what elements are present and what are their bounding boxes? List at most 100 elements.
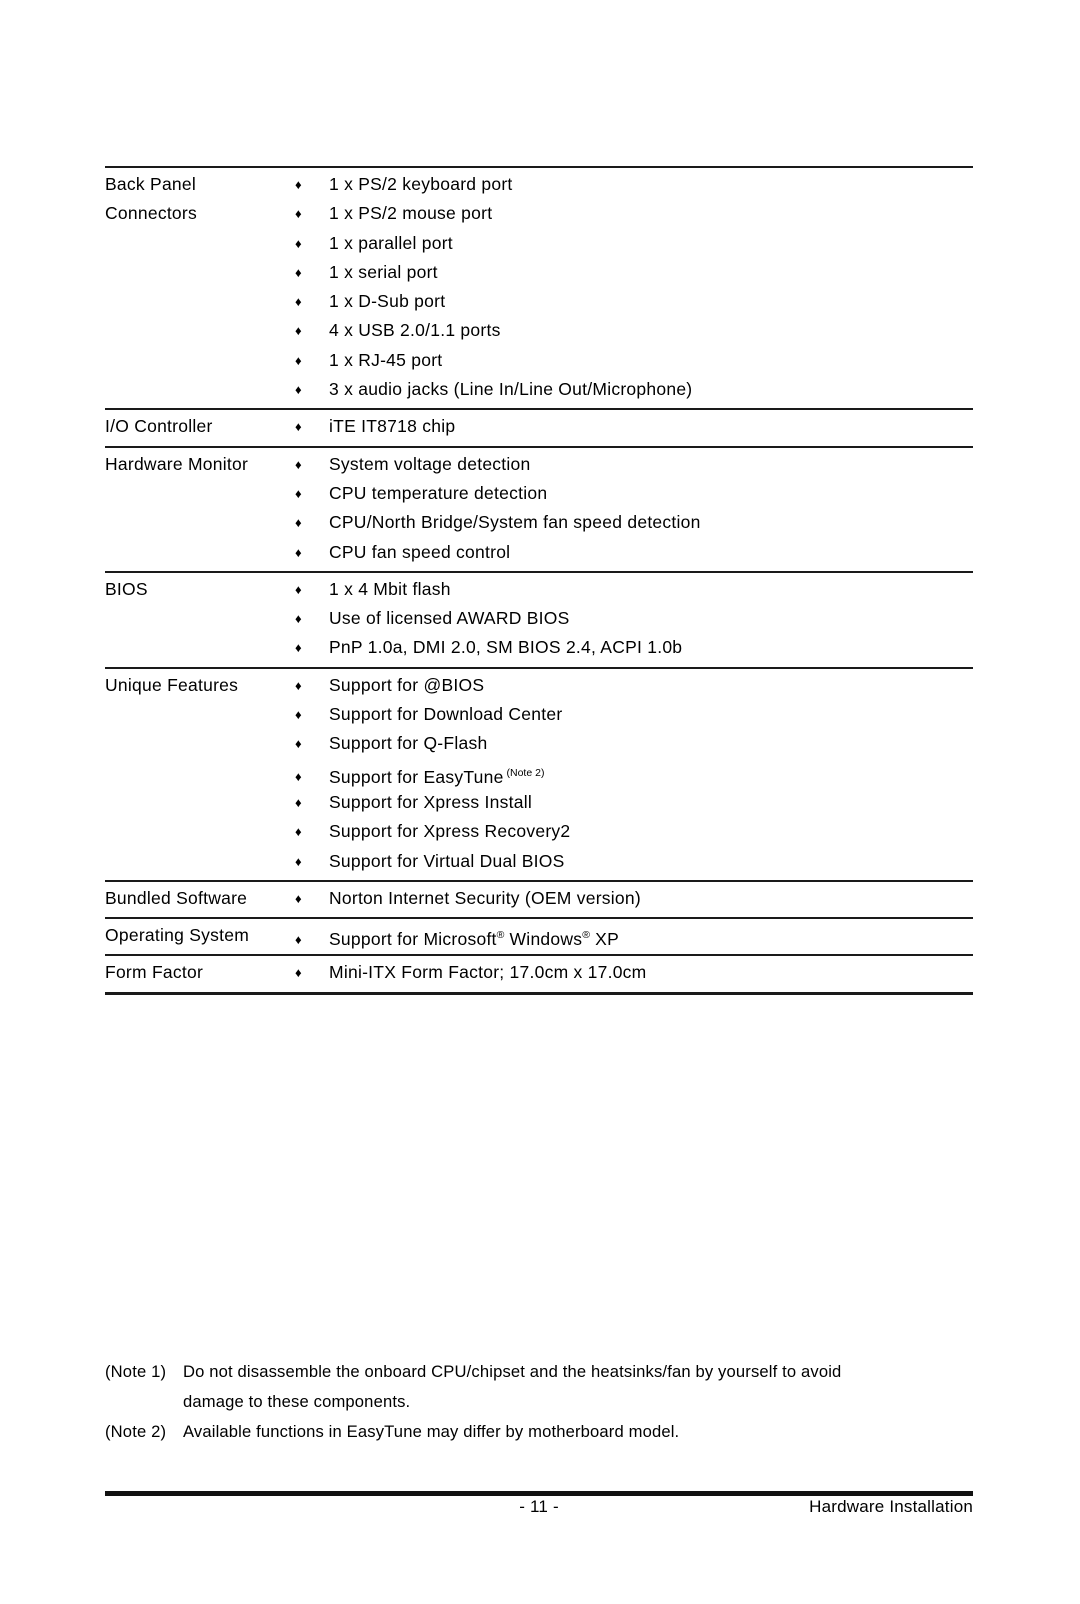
spec-row: I/O Controller ♦ iTE IT8718 chip: [105, 409, 973, 446]
footnote-label: (Note 2): [105, 1422, 167, 1441]
spec-item-text: 3 x audio jacks (Line In/Line Out/Microp…: [329, 379, 693, 400]
diamond-bullet-icon: ♦: [295, 581, 302, 597]
diamond-bullet-icon: ♦: [295, 965, 302, 981]
spec-item-text: 1 x PS/2 keyboard port: [329, 174, 513, 194]
spec-item-list: ♦ 1 x 4 Mbit flash ♦ Use of licensed AWARD …: [295, 572, 973, 668]
spec-row: Hardware Monitor ♦ System voltage detectio…: [105, 446, 973, 572]
diamond-bullet-icon: ♦: [295, 177, 302, 192]
diamond-bullet-icon: ♦: [295, 352, 302, 368]
diamond-bullet-icon: ♦: [295, 419, 302, 435]
document-page: Back Panel Connectors ♦ 1 x PS/2 keyboard …: [0, 0, 1080, 1604]
spec-item-text: Support for Download Center: [329, 704, 563, 725]
spec-item: ♦ CPU temperature detection: [295, 479, 973, 508]
spec-item: ♦ Support for EasyTune (Note 2): [295, 759, 973, 788]
diamond-bullet-icon: ♦: [295, 677, 302, 693]
spec-item-text: 1 x 4 Mbit flash: [329, 578, 451, 599]
spec-item-text: CPU temperature detection: [329, 482, 548, 503]
spec-item-list: ♦ 1 x PS/2 keyboard port ♦ 1 x PS/2 mouse p…: [295, 167, 973, 409]
spec-category-label: Unique Features: [105, 674, 239, 695]
spec-item-text: Support for Virtual Dual BIOS: [329, 850, 565, 871]
spec-item-text: CPU/North Bridge/System fan speed detect…: [329, 512, 701, 533]
spec-item-text: Norton Internet Security (OEM version): [329, 887, 641, 908]
spec-item: ♦ 1 x PS/2 keyboard port: [295, 170, 973, 199]
spec-item-text: Support for Q-Flash: [329, 733, 488, 754]
spec-item: ♦ Support for Q-Flash: [295, 729, 973, 758]
spec-item: ♦ Mini-ITX Form Factor; 17.0cm x 17.0cm: [295, 958, 973, 987]
diamond-bullet-icon: ♦: [295, 485, 302, 501]
spec-item-text: iTE IT8718 chip: [329, 416, 456, 437]
footnote-label: (Note 1): [105, 1362, 167, 1381]
diamond-bullet-icon: ♦: [295, 931, 302, 947]
spec-row: BIOS ♦ 1 x 4 Mbit flash ♦ Use of licensed AW…: [105, 571, 973, 668]
diamond-bullet-icon: ♦: [295, 890, 302, 906]
diamond-bullet-icon: ♦: [295, 206, 302, 222]
spec-item-text: 1 x parallel port: [329, 232, 453, 253]
spec-item: ♦ CPU/North Bridge/System fan speed detec…: [295, 508, 973, 537]
diamond-bullet-icon: ♦: [295, 294, 302, 310]
spec-item: ♦ Support for Download Center: [295, 700, 973, 729]
specifications-table-body: Back Panel Connectors ♦ 1 x PS/2 keyboard …: [105, 167, 973, 994]
spec-item: ♦ Support for Xpress Install: [295, 788, 973, 817]
spec-row: Bundled Software ♦ Norton Internet Securit…: [105, 880, 973, 918]
spec-item-text: Support for Microsoft® Windows® XP: [329, 928, 619, 949]
footnote-text: Do not disassemble the onboard CPU/chips…: [183, 1362, 842, 1381]
diamond-bullet-icon: ♦: [295, 794, 302, 810]
diamond-bullet-icon: ♦: [295, 824, 302, 840]
page-footer: - 11 - Hardware Installation: [105, 1497, 973, 1527]
diamond-bullet-icon: ♦: [295, 456, 302, 472]
spec-item: ♦ 1 x parallel port: [295, 229, 973, 258]
footnote-text-continued: damage to these components.: [183, 1392, 411, 1411]
spec-item: ♦ 1 x PS/2 mouse port: [295, 199, 973, 228]
spec-item-text: 1 x serial port: [329, 261, 438, 282]
diamond-bullet-icon: ♦: [295, 515, 302, 531]
spec-item-text: 1 x PS/2 mouse port: [329, 203, 493, 224]
diamond-bullet-icon: ♦: [295, 611, 302, 627]
spec-item: ♦ Support for Virtual Dual BIOS: [295, 847, 973, 876]
spec-category-label: Operating System: [105, 925, 250, 946]
spec-item-list: ♦ Norton Internet Security (OEM version): [295, 881, 973, 918]
spec-item-text: System voltage detection: [329, 453, 531, 474]
spec-item: ♦ 3 x audio jacks (Line In/Line Out/Micro…: [295, 375, 973, 404]
spec-item: ♦ Use of licensed AWARD BIOS: [295, 604, 973, 633]
spec-item-list: ♦ System voltage detection ♦ CPU temperatur…: [295, 447, 973, 572]
spec-item: ♦ 4 x USB 2.0/1.1 ports: [295, 316, 973, 345]
spec-item-text: Mini-ITX Form Factor; 17.0cm x 17.0cm: [329, 962, 647, 983]
spec-item: ♦ 1 x 4 Mbit flash: [295, 575, 973, 604]
spec-item: ♦ Support for Microsoft® Windows® XP: [295, 921, 973, 950]
footnote-marker: (Note 2): [503, 766, 545, 779]
footnotes-block: (Note 1) Do not disassemble the onboard C…: [105, 1357, 985, 1447]
spec-item: ♦ Support for @BIOS: [295, 671, 973, 700]
diamond-bullet-icon: ♦: [295, 382, 302, 398]
spec-item-list: ♦ Support for @BIOS ♦ Support for Download …: [295, 668, 973, 881]
spec-row: Unique Features ♦ Support for @BIOS ♦ Suppor…: [105, 667, 973, 881]
spec-item-text: CPU fan speed control: [329, 541, 511, 562]
diamond-bullet-icon: ♦: [295, 640, 302, 656]
footer-divider: [105, 1491, 973, 1496]
footer-section-title: Hardware Installation: [809, 1497, 973, 1516]
spec-item-text: Use of licensed AWARD BIOS: [329, 608, 570, 629]
spec-item-text: Support for Xpress Install: [329, 791, 532, 812]
spec-item-list: ♦ iTE IT8718 chip: [295, 409, 973, 446]
diamond-bullet-icon: ♦: [295, 707, 302, 723]
spec-category-label: Form Factor: [105, 962, 204, 983]
spec-item: ♦ System voltage detection: [295, 450, 973, 479]
spec-item: ♦ iTE IT8718 chip: [295, 412, 973, 441]
spec-item: ♦ 1 x RJ-45 port: [295, 346, 973, 375]
footnote: (Note 2) Available functions in EasyTune …: [105, 1417, 985, 1447]
diamond-bullet-icon: ♦: [295, 235, 302, 251]
spec-item-text: PnP 1.0a, DMI 2.0, SM BIOS 2.4, ACPI 1.0…: [329, 637, 683, 658]
spec-category-label: Hardware Monitor: [105, 453, 249, 474]
spec-item-text: 1 x D-Sub port: [329, 291, 446, 312]
spec-row: Form Factor ♦ Mini-ITX Form Factor; 17.0cm…: [105, 955, 973, 994]
spec-item-text: Support for @BIOS: [329, 674, 485, 695]
spec-item: ♦ PnP 1.0a, DMI 2.0, SM BIOS 2.4, ACPI 1.…: [295, 633, 973, 662]
diamond-bullet-icon: ♦: [295, 323, 302, 339]
spec-item-text: Support for EasyTune (Note 2): [329, 766, 545, 787]
spec-item: ♦ CPU fan speed control: [295, 538, 973, 567]
specifications-table: Back Panel Connectors ♦ 1 x PS/2 keyboard …: [105, 166, 973, 995]
footnote: (Note 1) Do not disassemble the onboard C…: [105, 1357, 985, 1387]
footnote-text: Available functions in EasyTune may diff…: [183, 1422, 680, 1441]
spec-category-label: BIOS: [105, 578, 148, 599]
spec-item: ♦ 1 x D-Sub port: [295, 287, 973, 316]
spec-item-list: ♦ Mini-ITX Form Factor; 17.0cm x 17.0cm: [295, 955, 973, 993]
